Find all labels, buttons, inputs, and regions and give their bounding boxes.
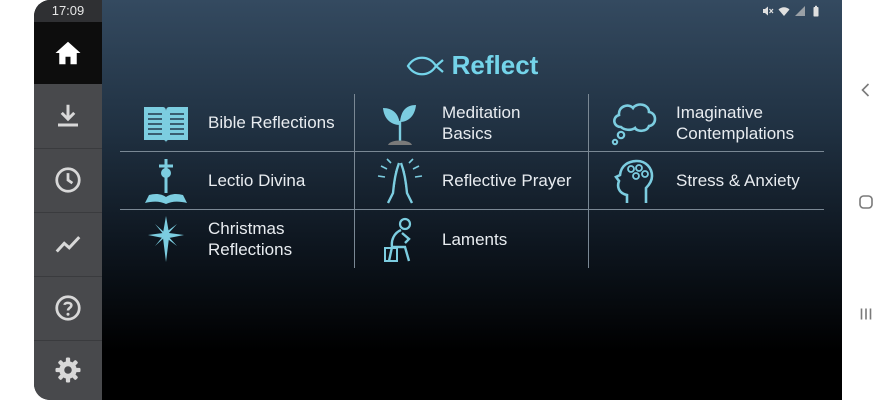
category-label: Bible Reflections [208, 113, 335, 132]
sidebar-item-help[interactable] [34, 276, 102, 341]
fish-icon [406, 56, 444, 75]
stats-trend-icon [55, 236, 81, 253]
category-lectio-divina[interactable]: Lectio Divina [120, 152, 354, 209]
home-nav-button[interactable] [856, 192, 876, 212]
history-clock-icon [55, 167, 81, 193]
page-header: Reflect [102, 50, 842, 81]
android-nav-bar [842, 0, 890, 400]
mute-icon [763, 6, 774, 16]
app-window: 17:09 Reflect Bible Reflections Meditati… [34, 0, 842, 400]
sidebar [34, 22, 102, 400]
category-reflective-prayer[interactable]: Reflective Prayer [354, 152, 588, 209]
lament-figure-icon [384, 217, 412, 262]
battery-icon [813, 5, 819, 17]
icon-wrap [606, 156, 662, 206]
icon-wrap [372, 214, 428, 264]
main-panel: Reflect Bible Reflections Meditation Bas… [102, 0, 842, 400]
back-button[interactable] [856, 80, 876, 100]
page-title: Reflect [451, 50, 539, 80]
sidebar-item-history[interactable] [34, 148, 102, 213]
icon-wrap [138, 214, 194, 264]
category-label: Imaginative Contemplations [676, 102, 795, 143]
sidebar-item-stats[interactable] [34, 212, 102, 277]
bible-cross-icon [145, 158, 187, 204]
help-icon [55, 295, 81, 321]
thought-bubble-icon [611, 102, 657, 145]
sprout-icon [383, 104, 416, 145]
sidebar-item-settings[interactable] [34, 340, 102, 400]
head-stress-icon [614, 159, 654, 203]
icon-wrap [138, 98, 194, 148]
home-circle-icon [859, 195, 873, 209]
icon-wrap [372, 98, 428, 148]
category-label: Christmas Reflections [208, 219, 293, 259]
category-imaginative-contemplations[interactable]: Imaginative Contemplations [588, 94, 822, 151]
icon-wrap [372, 156, 428, 206]
wifi-icon [778, 7, 790, 16]
signal-icon [795, 6, 805, 16]
category-laments[interactable]: Laments [354, 210, 588, 268]
category-label: Lectio Divina [208, 171, 306, 190]
recents-icon [860, 308, 872, 320]
recents-button[interactable] [856, 304, 876, 324]
sidebar-item-home[interactable] [34, 22, 102, 84]
open-bible-icon [144, 106, 188, 143]
category-label: Reflective Prayer [442, 171, 572, 190]
star-icon [148, 216, 184, 262]
sidebar-item-downloads[interactable] [34, 84, 102, 149]
praying-hands-icon [377, 157, 423, 204]
download-icon [58, 104, 78, 127]
back-icon [861, 83, 870, 97]
category-meditation-basics[interactable]: Meditation Basics [354, 94, 588, 151]
category-label: Stress & Anxiety [676, 171, 800, 190]
home-icon [55, 41, 81, 65]
category-label: Laments [442, 229, 508, 249]
icon-wrap [138, 156, 194, 206]
category-bible-reflections[interactable]: Bible Reflections [120, 94, 354, 151]
category-christmas-reflections[interactable]: Christmas Reflections [120, 210, 354, 268]
category-stress-anxiety[interactable]: Stress & Anxiety [588, 152, 822, 209]
settings-gear-icon [55, 357, 81, 383]
status-icons [762, 4, 822, 18]
status-time: 17:09 [34, 0, 102, 22]
category-label: Meditation Basics [442, 102, 521, 143]
icon-wrap [606, 98, 662, 148]
category-grid: Bible Reflections Meditation Basics Imag… [120, 92, 824, 270]
